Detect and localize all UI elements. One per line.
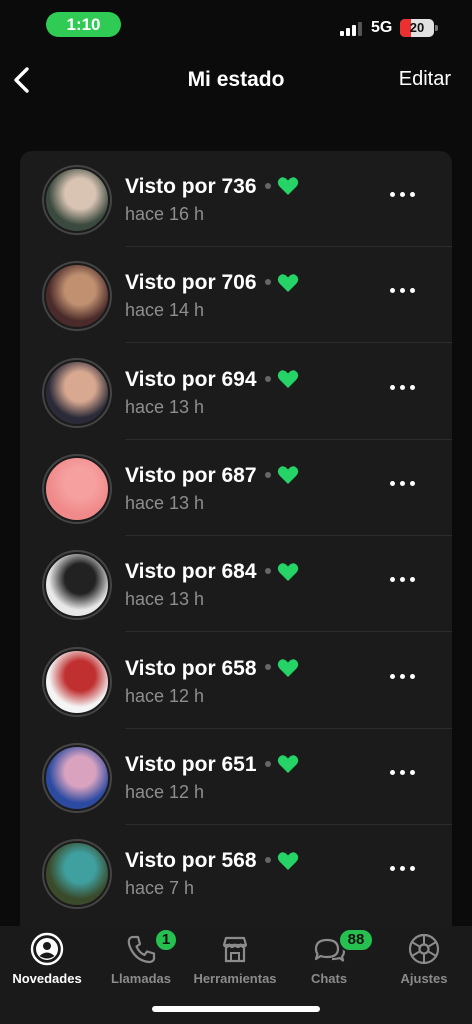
tab-chats[interactable]: 88 Chats (282, 926, 376, 996)
tab-label: Llamadas (111, 971, 171, 986)
more-options-icon[interactable] (390, 576, 416, 584)
more-options-icon[interactable] (390, 480, 416, 488)
status-thumbnail[interactable] (44, 648, 110, 715)
store-icon (222, 936, 248, 963)
battery-cap (435, 25, 438, 31)
status-row[interactable]: Visto por 684 hace 13 h (20, 536, 452, 633)
heart-icon (277, 273, 298, 292)
status-thumbnail[interactable] (44, 359, 110, 426)
edit-button[interactable]: Editar (399, 68, 451, 91)
status-time: 1:10 (46, 12, 121, 37)
separator-dot (264, 857, 271, 864)
status-row[interactable]: Visto por 687 hace 13 h (20, 440, 452, 536)
network-type: 5G (371, 19, 393, 36)
seen-count: Visto por 658 (125, 656, 257, 680)
separator-dot (264, 664, 271, 671)
status-list: Visto por 736 hace 16 h Visto por 706 hace … (20, 151, 452, 941)
status-thumbnail[interactable] (44, 841, 110, 908)
status-row[interactable]: Visto por 706 hace 14 h (20, 247, 452, 344)
status-thumbnail[interactable] (44, 455, 110, 522)
status-row[interactable]: Visto por 651 hace 12 h (20, 729, 452, 825)
separator-dot (264, 182, 271, 189)
time-ago: hace 13 h (125, 396, 205, 417)
heart-icon (277, 466, 298, 485)
home-indicator[interactable] (152, 1006, 320, 1012)
seen-count: Visto por 687 (125, 463, 257, 487)
battery-level: 20 (409, 20, 425, 35)
gear-icon (408, 933, 440, 965)
battery-icon: 20 (400, 19, 434, 37)
heart-icon (277, 177, 298, 196)
tab-ajustes[interactable]: Ajustes (377, 926, 471, 996)
heart-icon (277, 659, 298, 677)
heart-icon (277, 851, 298, 870)
cellular-signal-icon (340, 20, 366, 36)
seen-count: Visto por 706 (125, 271, 257, 295)
time-ago: hace 16 h (125, 204, 205, 224)
more-options-icon[interactable] (390, 865, 416, 873)
time-ago: hace 13 h (125, 589, 205, 610)
tab-novedades[interactable]: Novedades (0, 926, 94, 996)
calls-badge: 1 (154, 928, 178, 952)
time-ago: hace 12 h (125, 685, 205, 706)
seen-count: Visto por 736 (125, 175, 257, 198)
phone-icon (127, 935, 156, 964)
more-options-icon[interactable] (390, 769, 416, 777)
tab-label: Chats (310, 971, 348, 986)
more-options-icon[interactable] (390, 384, 416, 392)
separator-dot (264, 375, 271, 382)
status-bar: 1:10 5G 20 (0, 0, 472, 50)
status-thumbnail[interactable] (44, 263, 110, 330)
status-row[interactable]: Visto por 694 hace 13 h (20, 344, 452, 440)
heart-icon (277, 755, 298, 774)
separator-dot (264, 760, 271, 767)
tab-label: Novedades (12, 971, 82, 986)
seen-count: Visto por 694 (125, 367, 257, 391)
tab-label: Ajustes (400, 971, 448, 986)
status-icon (30, 932, 64, 966)
status-row[interactable]: Visto por 736 hace 16 h (20, 151, 452, 247)
seen-count: Visto por 651 (125, 752, 257, 776)
tab-herramientas[interactable]: Herramientas (188, 926, 282, 996)
status-thumbnail[interactable] (44, 744, 110, 811)
time-ago: hace 14 h (125, 300, 205, 321)
time-ago: hace 12 h (125, 781, 205, 802)
more-options-icon[interactable] (390, 673, 416, 681)
separator-dot (264, 279, 271, 286)
status-thumbnail[interactable] (44, 552, 110, 619)
status-row[interactable]: Visto por 658 hace 12 h (20, 633, 452, 729)
chats-badge: 88 (338, 928, 374, 952)
heart-icon (277, 370, 298, 389)
seen-count: Visto por 568 (125, 849, 257, 873)
heart-icon (277, 562, 298, 581)
more-options-icon[interactable] (390, 191, 416, 199)
navigation-bar: Mi estado Editar (0, 55, 472, 105)
separator-dot (264, 568, 271, 575)
seen-count: Visto por 684 (125, 560, 257, 584)
separator-dot (264, 471, 271, 478)
tab-llamadas[interactable]: 1 Llamadas (94, 926, 188, 996)
time-ago: hace 13 h (125, 492, 205, 513)
time-ago: hace 7 h (125, 878, 195, 899)
more-options-icon[interactable] (390, 287, 416, 295)
status-thumbnail[interactable] (44, 167, 110, 233)
status-row[interactable]: Visto por 568 hace 7 h (20, 825, 452, 921)
tab-label: Herramientas (193, 971, 277, 986)
